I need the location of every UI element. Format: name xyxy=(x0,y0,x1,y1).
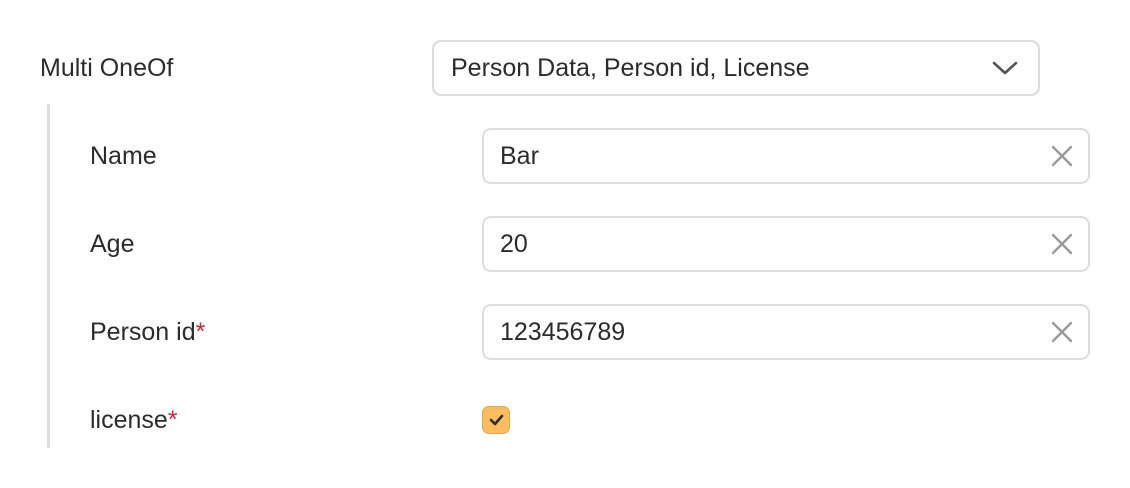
name-input[interactable] xyxy=(500,130,1020,182)
close-icon[interactable] xyxy=(1050,320,1074,344)
age-label-text: Age xyxy=(90,230,135,258)
age-field xyxy=(482,216,1090,272)
person-id-label: Person id* xyxy=(90,317,205,347)
close-icon[interactable] xyxy=(1050,232,1074,256)
multi-oneof-select[interactable]: Person Data, Person id, License xyxy=(432,40,1040,96)
name-label: Name xyxy=(90,141,157,171)
multi-oneof-label: Multi OneOf xyxy=(40,54,174,82)
person-id-required-marker: * xyxy=(195,318,206,346)
license-checkbox[interactable] xyxy=(482,406,510,434)
close-icon[interactable] xyxy=(1050,144,1074,168)
chevron-down-icon xyxy=(992,61,1018,75)
license-label: license* xyxy=(90,405,178,435)
check-icon xyxy=(489,414,504,426)
age-input[interactable] xyxy=(500,218,1020,270)
license-label-text: license xyxy=(90,406,168,434)
form-root: Multi OneOf Person Data, Person id, Lice… xyxy=(0,0,1130,488)
person-id-field xyxy=(482,304,1090,360)
person-id-input[interactable] xyxy=(500,306,1020,358)
name-label-text: Name xyxy=(90,142,157,170)
age-label: Age xyxy=(90,229,134,259)
multi-oneof-selected-value: Person Data, Person id, License xyxy=(451,54,810,82)
license-required-marker: * xyxy=(167,406,178,434)
name-field xyxy=(482,128,1090,184)
group-indent-line xyxy=(47,104,50,448)
person-id-label-text: Person id xyxy=(90,318,196,346)
